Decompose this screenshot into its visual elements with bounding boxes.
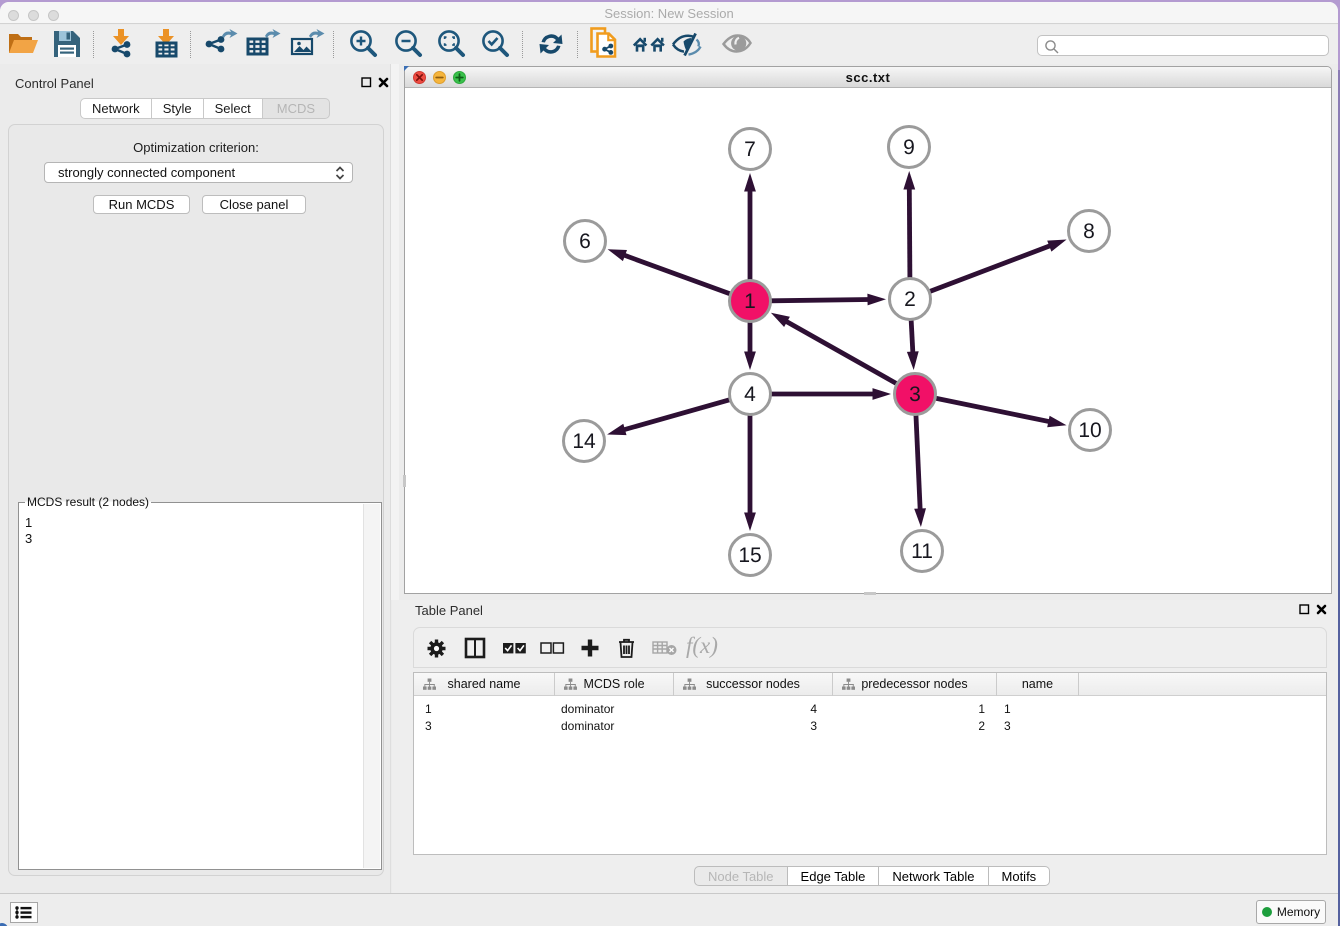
svg-text:2: 2 bbox=[904, 288, 916, 311]
svg-text:9: 9 bbox=[903, 136, 915, 159]
svg-text:10: 10 bbox=[1078, 419, 1101, 442]
svg-text:7: 7 bbox=[744, 138, 756, 161]
svg-text:15: 15 bbox=[738, 544, 761, 567]
svg-text:8: 8 bbox=[1083, 220, 1095, 243]
svg-text:4: 4 bbox=[744, 383, 756, 406]
svg-text:1: 1 bbox=[744, 290, 756, 313]
svg-text:14: 14 bbox=[572, 430, 596, 453]
svg-text:3: 3 bbox=[909, 383, 921, 406]
svg-text:11: 11 bbox=[911, 540, 933, 563]
svg-text:6: 6 bbox=[579, 230, 591, 253]
